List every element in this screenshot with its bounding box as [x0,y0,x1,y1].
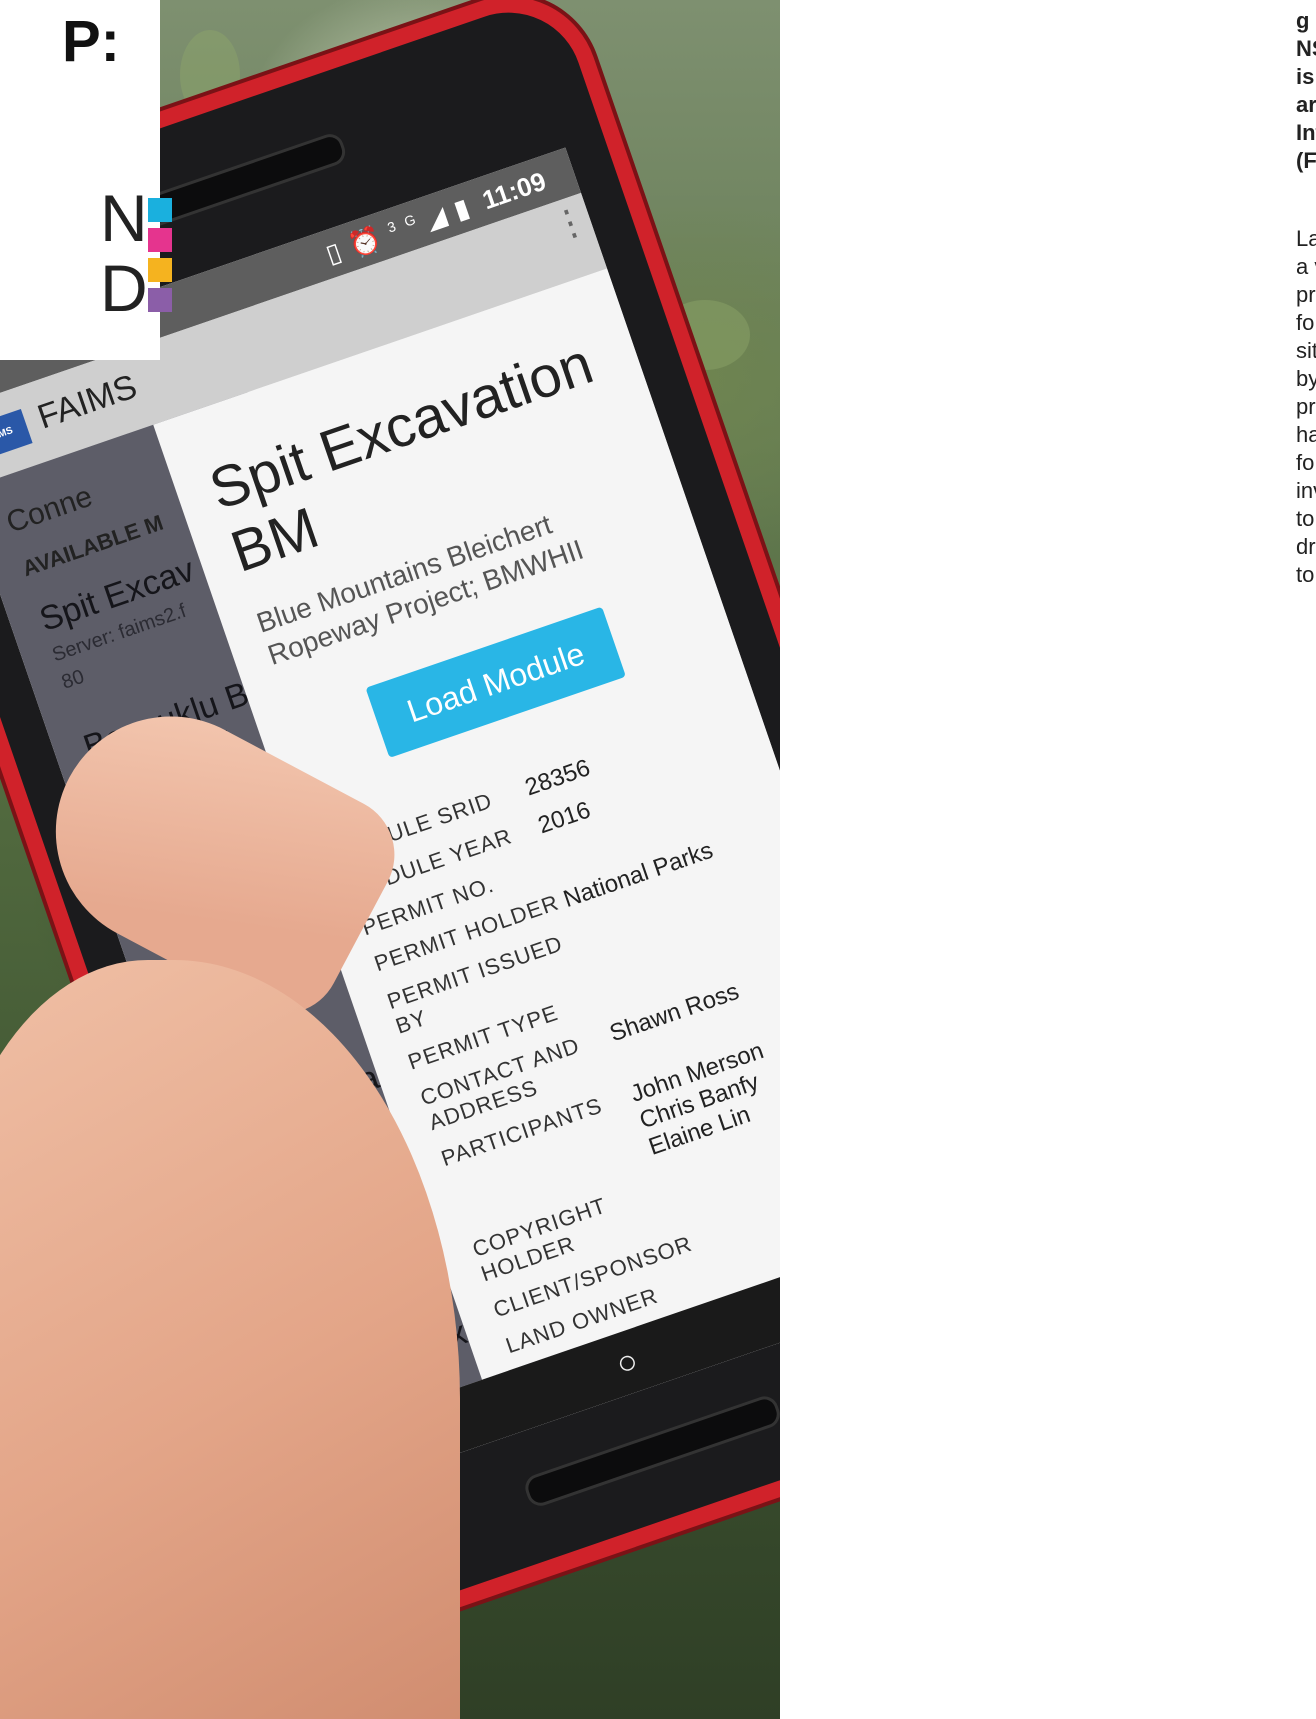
home-icon[interactable]: ○ [611,1341,643,1385]
side-text-line: La [1296,226,1316,251]
side-text-line: pr [1296,394,1316,419]
side-text-line: pr [1296,282,1316,307]
side-text-line: to [1296,506,1315,531]
side-text-line: NS [1296,36,1316,61]
side-text-line: sit [1296,338,1316,363]
side-text-line: (FA [1296,148,1316,173]
side-text-line: ar [1296,92,1316,117]
swatch-yellow [148,258,172,282]
app-logo: FAIMS [0,408,33,463]
side-text-line: is [1296,64,1315,89]
swatch-purple [148,288,172,312]
side-text-line: g [1296,8,1310,33]
side-text-line: by [1296,366,1316,391]
brand-panel: P: N D [0,0,160,360]
brand-line2-fragment: D [100,251,148,325]
side-text-line: Int [1296,120,1316,145]
side-text-line: fo [1296,450,1315,475]
load-module-button[interactable]: Load Module [365,606,626,758]
brand-line1-fragment: N [100,181,148,255]
side-text-line: ha [1296,422,1316,447]
swatch-magenta [148,228,172,252]
app-title: FAIMS [32,367,142,437]
side-text-line: to [1296,562,1315,587]
side-text-line: a v [1296,254,1316,279]
brand-heading-fragment: P: [62,9,120,74]
side-text-line: fo [1296,310,1315,335]
side-text-line: dr [1296,534,1316,559]
swatch-cyan [148,198,172,222]
side-text-line: inv [1296,478,1316,503]
overflow-menu-icon[interactable]: ⋮ [546,197,593,264]
